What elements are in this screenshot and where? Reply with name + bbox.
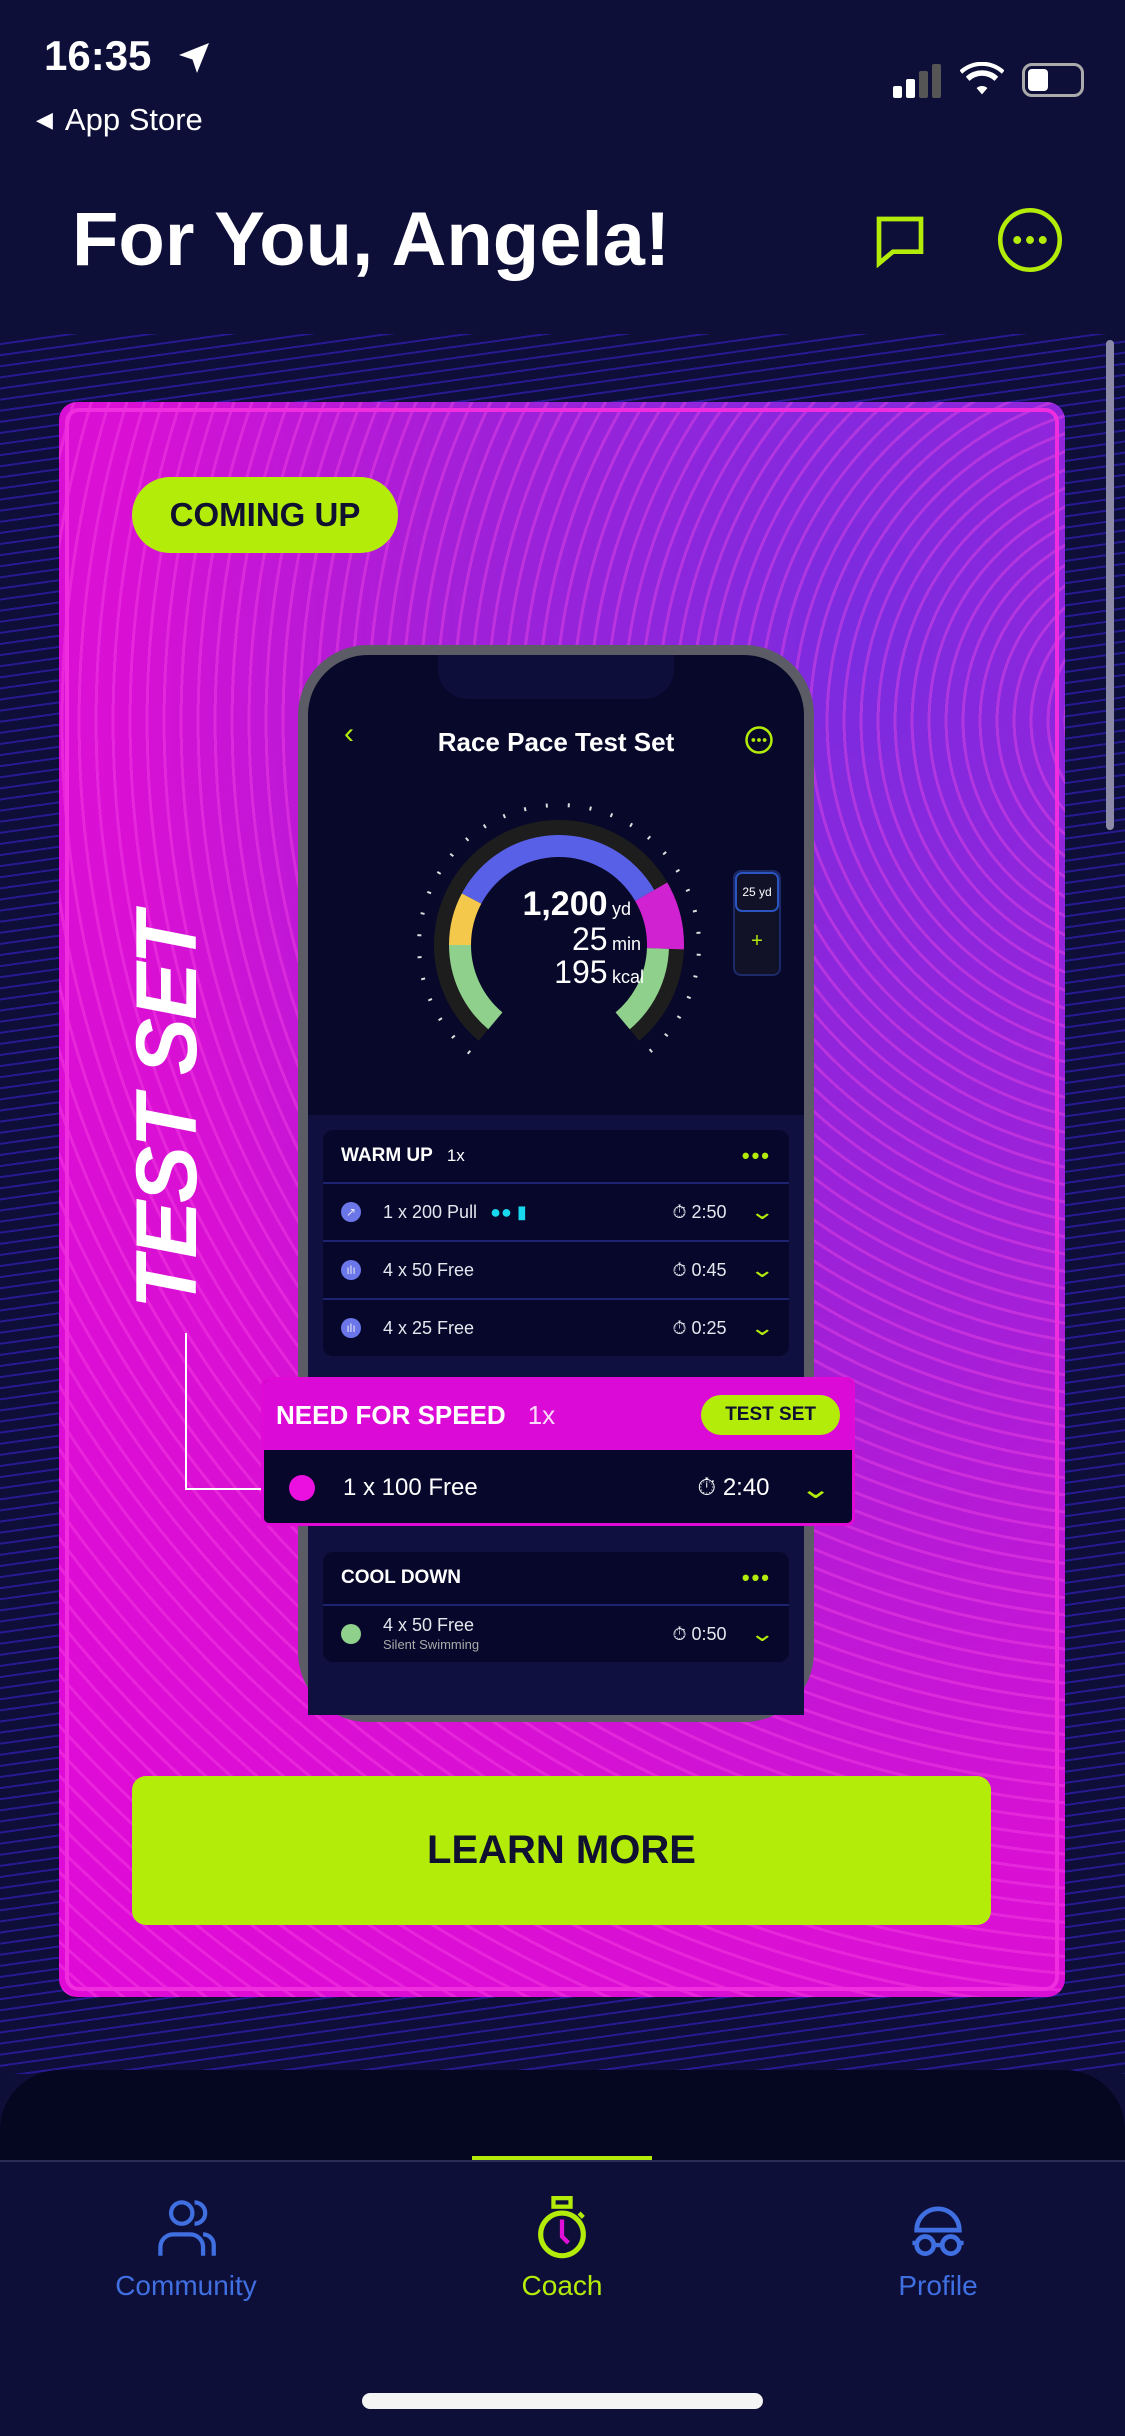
paddles-buoy-icon: ●● ▮ [490, 1201, 527, 1222]
plus-icon: + [751, 930, 763, 952]
intensity-icon: ılı [341, 1318, 361, 1338]
gauge-tick [664, 1032, 669, 1038]
list-item: 4 x 50 Free Silent Swimming ⏱ 0:50 ⌄ [323, 1604, 789, 1662]
location-arrow-icon [179, 43, 209, 73]
stopwatch-icon: ⏱ 2:40 [697, 1474, 770, 1501]
connector-line [185, 1333, 265, 1490]
gauge-tick [662, 851, 667, 856]
gauge-tick [648, 1048, 653, 1053]
more-options-icon [745, 726, 773, 754]
tab-profile[interactable]: Profile [818, 2196, 1058, 2302]
signal-icon [893, 64, 941, 98]
phone-mockup: ‹ Race Pace Test Set 1,200 yd 25 min 195… [298, 645, 814, 1722]
intensity-icon: ılı [341, 1260, 361, 1280]
gauge-tick [609, 812, 614, 818]
gauge-tick [646, 835, 652, 840]
gauge-tick [685, 888, 691, 892]
people-icon [158, 2200, 216, 2256]
gauge-tick [451, 1034, 456, 1039]
chevron-down-icon: ⌄ [748, 1315, 775, 1340]
gauge-tick [466, 1050, 472, 1055]
sprint-dot-icon [289, 1475, 315, 1501]
chevron-down-icon: ⌄ [798, 1472, 832, 1504]
gauge-tick [420, 977, 426, 981]
tab-community[interactable]: Community [66, 2196, 306, 2302]
gauge-tick [436, 871, 442, 875]
page-title: For You, Angela! [72, 197, 671, 282]
stopwatch-icon [538, 2196, 586, 2259]
tab-coach[interactable]: Coach [442, 2196, 682, 2302]
gauge-tick [693, 975, 698, 978]
workout-title: Race Pace Test Set [437, 727, 675, 757]
back-triangle-icon: ◀ [36, 107, 53, 132]
chevron-down-icon: ⌄ [748, 1257, 775, 1282]
learn-more-button[interactable]: LEARN MORE [132, 1776, 991, 1925]
gauge-tick [465, 837, 470, 842]
chevron-down-icon: ⌄ [748, 1621, 775, 1646]
gauge-tick [427, 998, 433, 1002]
gauge-tick [438, 1017, 443, 1022]
gauge-tick [523, 806, 527, 812]
wifi-icon [960, 62, 1004, 95]
gauge-tick [502, 813, 506, 819]
gauge-tick [420, 912, 425, 915]
easy-dot-icon [341, 1624, 361, 1644]
list-item: ılı 4 x 50 Free ⏱ 0:45 ⌄ [323, 1240, 789, 1298]
gauge-tick [426, 890, 432, 895]
gauge-tick [686, 995, 692, 1000]
warmup-section: WARM UP 1x ••• ↗ 1 x 200 Pull ●● ▮ ⏱ 2:50 ⌄ ı… [323, 1130, 789, 1356]
test-set-badge: TEST SET [701, 1395, 840, 1435]
pull-icon: ↗ [341, 1202, 361, 1222]
gauge-tick [629, 822, 633, 828]
section-menu-icon: ••• [741, 1565, 771, 1590]
more-options-icon[interactable] [996, 206, 1064, 274]
section-menu-icon: ••• [741, 1143, 771, 1168]
gauge-tick [692, 909, 698, 913]
battery-icon [1022, 63, 1084, 97]
chat-icon[interactable] [872, 212, 928, 268]
status-time: 16:35 [44, 32, 152, 79]
list-item: ↗ 1 x 200 Pull ●● ▮ ⏱ 2:50 ⌄ [323, 1182, 789, 1240]
gauge-tick [675, 868, 680, 873]
swim-cap-goggles-icon [912, 2206, 964, 2256]
test-set-title: TEST SET [118, 913, 215, 1309]
gauge-tick [482, 824, 487, 829]
gauge-tick [449, 852, 454, 858]
list-item: ılı 4 x 25 Free ⏱ 0:25 ⌄ [323, 1298, 789, 1356]
gauge-readout: 1,200 yd 25 min 195 kcal [522, 885, 645, 991]
chevron-down-icon: ⌄ [748, 1199, 775, 1224]
need-for-speed-set: NEED FOR SPEED 1x TEST SET 1 x 100 Free ⏱ 2… [261, 1377, 855, 1526]
coming-up-badge: COMING UP [132, 477, 398, 553]
cooldown-section: COOL DOWN ••• 4 x 50 Free Silent Swimming ⏱… [323, 1552, 789, 1662]
back-to-app-store[interactable]: ◀ App Store [36, 102, 203, 138]
home-indicator [362, 2393, 763, 2409]
gauge-tick [676, 1015, 682, 1019]
gauge-tick [589, 806, 592, 811]
pool-length-stepper: 25 yd + [733, 870, 781, 976]
scrollbar[interactable] [1106, 340, 1114, 830]
